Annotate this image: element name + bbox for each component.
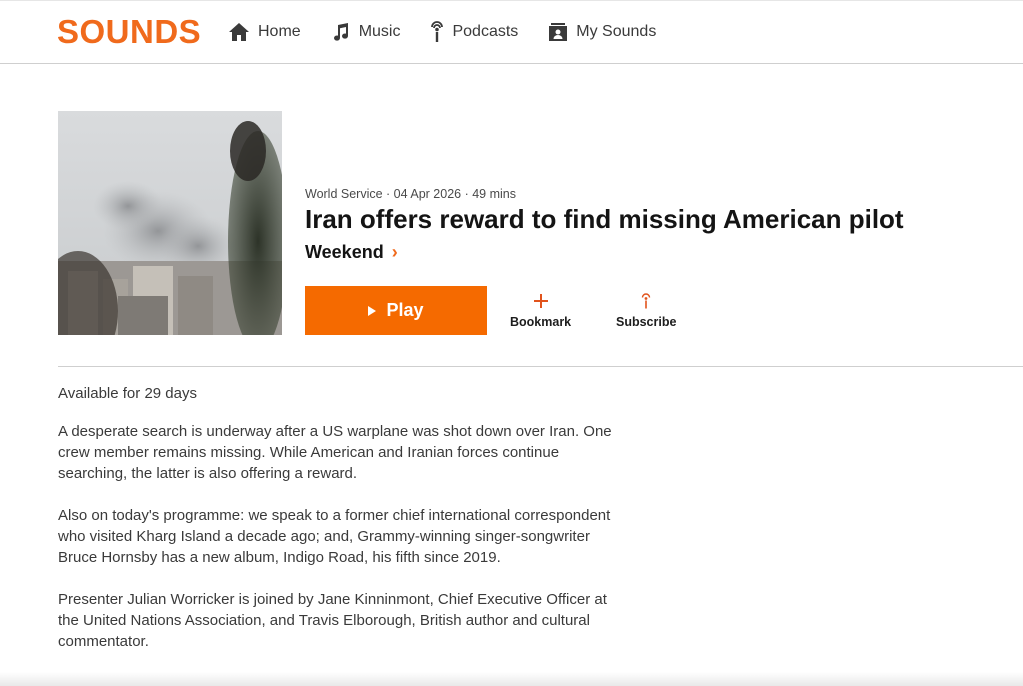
nav-music-label: Music xyxy=(358,23,401,40)
nav-my-sounds-label: My Sounds xyxy=(576,23,657,40)
description-paragraph: A desperate search is underway after a U… xyxy=(58,423,612,482)
plus-icon xyxy=(533,290,548,312)
podcast-icon xyxy=(431,21,444,42)
description-paragraph: Presenter Julian Worricker is joined by … xyxy=(58,591,607,650)
play-button[interactable]: Play xyxy=(305,286,487,335)
nav-my-sounds[interactable]: My Sounds xyxy=(548,22,656,42)
scroll-fade xyxy=(0,672,1023,686)
description-paragraph: Also on today's programme: we speak to a… xyxy=(58,507,611,566)
sounds-logo[interactable]: SOUNDS xyxy=(57,13,201,51)
play-icon xyxy=(368,305,377,316)
bookmark-button[interactable]: Bookmark xyxy=(510,290,571,329)
chevron-right-icon: › xyxy=(391,242,398,262)
availability-text: Available for 29 days xyxy=(58,385,197,402)
nav-home[interactable]: Home xyxy=(228,22,301,42)
nav-music[interactable]: Music xyxy=(331,22,401,42)
top-navigation-bar: SOUNDS Home Music Podcasts My Sounds xyxy=(0,0,1023,64)
play-label: Play xyxy=(386,300,424,320)
nav-podcasts[interactable]: Podcasts xyxy=(430,21,518,43)
bookmark-label: Bookmark xyxy=(510,315,572,329)
subscribe-label: Subscribe xyxy=(616,315,677,329)
episode-title: Iran offers reward to find missing Ameri… xyxy=(305,204,904,234)
subscribe-button[interactable]: Subscribe xyxy=(616,290,676,329)
section-divider xyxy=(58,366,1023,367)
podcast-icon xyxy=(641,290,651,312)
nav-home-label: Home xyxy=(258,23,301,40)
episode-description: A desperate search is underway after a U… xyxy=(58,421,628,673)
programme-name: Weekend xyxy=(305,242,384,262)
main-nav: Home Music Podcasts My Sounds xyxy=(228,21,686,43)
home-icon xyxy=(229,23,249,41)
nav-podcasts-label: Podcasts xyxy=(452,23,519,40)
episode-meta: World Service · 04 Apr 2026 · 49 mins xyxy=(305,187,516,201)
music-note-icon xyxy=(333,23,348,41)
my-sounds-icon xyxy=(549,23,568,41)
episode-image xyxy=(58,111,282,335)
programme-link[interactable]: Weekend › xyxy=(305,242,398,263)
